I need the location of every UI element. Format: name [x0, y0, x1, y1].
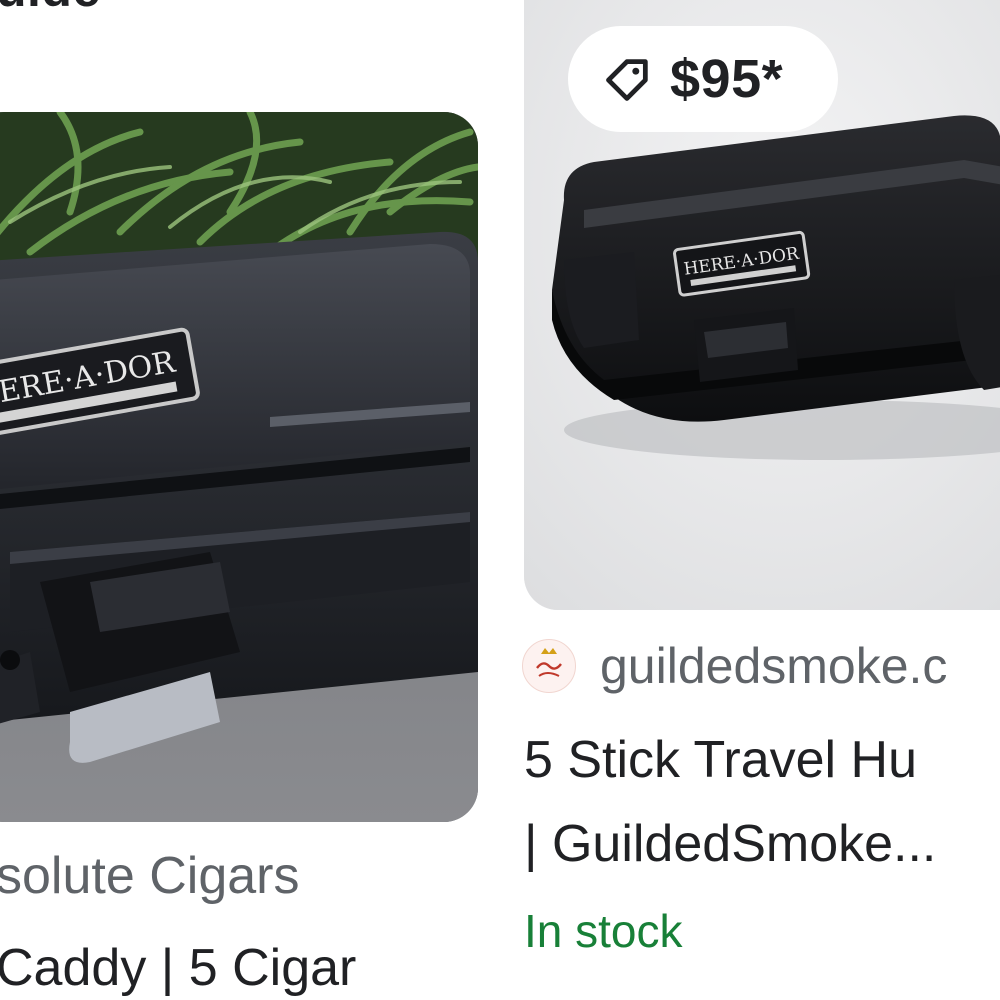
left-product-photo: HERE·A·DOR [0, 112, 478, 822]
source-site-name: guildedsmoke.c [600, 638, 948, 694]
guilded-smoke-logo-icon [522, 639, 576, 693]
price-label: $95* [670, 49, 784, 109]
stock-status: In stock [524, 905, 683, 957]
price-chip[interactable]: $95* [568, 26, 838, 132]
left-product-title[interactable]: Caddy | 5 Cigar [0, 938, 356, 998]
tag-icon [606, 59, 648, 101]
left-source-name[interactable]: solute Cigars [0, 846, 299, 906]
right-product-title-line1[interactable]: 5 Stick Travel Hu [524, 730, 917, 790]
source-row[interactable]: guildedsmoke.c [522, 634, 947, 698]
site-favicon-icon [536, 648, 562, 677]
left-card-heading-fragment[interactable]: uide [0, 0, 101, 18]
left-product-image[interactable]: HERE·A·DOR [0, 112, 478, 822]
right-product-title-line2[interactable]: | GuildedSmoke... [524, 814, 936, 874]
